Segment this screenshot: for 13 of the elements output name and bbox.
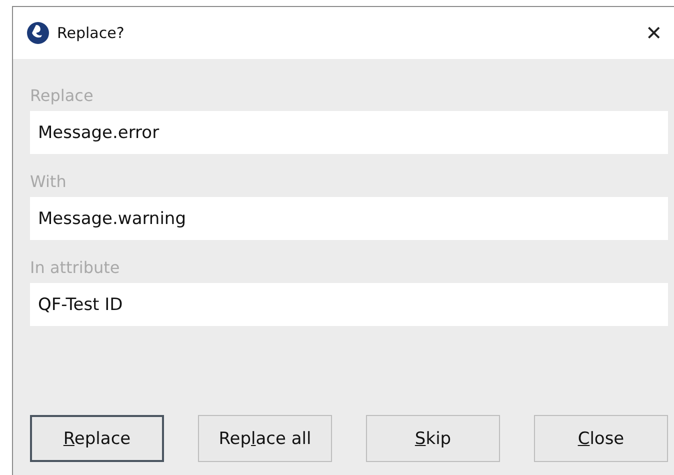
input-field[interactable]: Message.error bbox=[30, 111, 668, 154]
app-logo-icon bbox=[27, 22, 49, 44]
field-label: Replace bbox=[30, 85, 94, 107]
dialog-button[interactable]: Replace all bbox=[198, 415, 332, 462]
field-label: In attribute bbox=[30, 257, 121, 279]
input-field[interactable]: Message.warning bbox=[30, 197, 668, 240]
window-title: Replace? bbox=[57, 24, 126, 42]
close-button[interactable]: ✕ bbox=[634, 13, 674, 53]
dialog-button[interactable]: Skip bbox=[366, 415, 500, 462]
dialog-button[interactable]: Replace bbox=[30, 415, 164, 462]
input-field[interactable]: QF-Test ID bbox=[30, 283, 668, 326]
dialog-button[interactable]: Close bbox=[534, 415, 668, 462]
field-label: With bbox=[30, 171, 68, 193]
